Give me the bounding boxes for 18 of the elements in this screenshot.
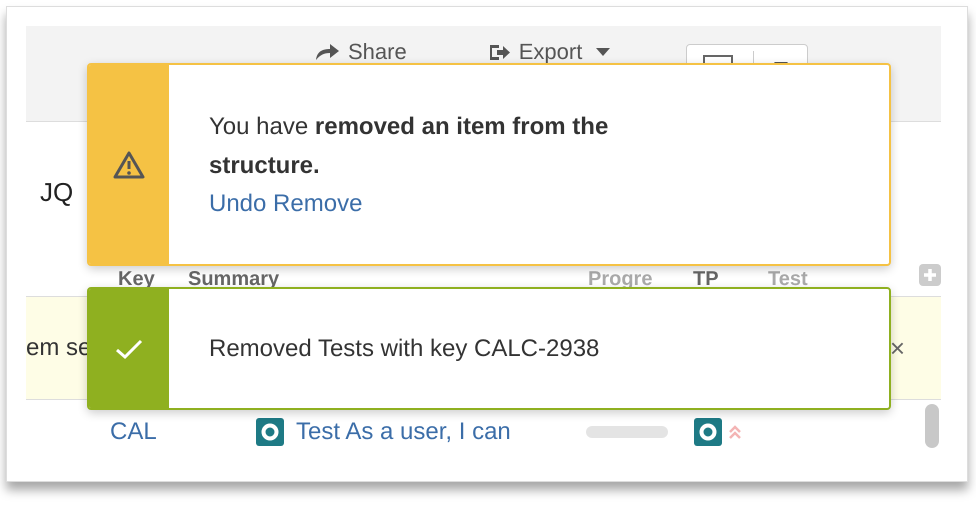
toast-message: Removed Tests with key CALC-2938 (209, 334, 600, 364)
export-button[interactable]: Export (486, 35, 610, 69)
column-header[interactable]: Summary (188, 268, 588, 290)
warning-icon (112, 150, 146, 180)
issue-key[interactable]: CAL (110, 418, 256, 446)
column-header[interactable]: TP (693, 268, 768, 290)
issue-summary[interactable]: Test As a user, I can (296, 418, 586, 446)
share-icon (314, 42, 340, 62)
scrollbar[interactable] (925, 404, 939, 448)
close-button[interactable]: × (890, 332, 905, 364)
add-column-icon[interactable] (919, 264, 941, 286)
page-title: JQ (40, 176, 74, 208)
toast-message: You have removed an item from the structure. (209, 112, 610, 180)
share-button[interactable]: Share (314, 35, 407, 69)
test-issue-icon (256, 418, 284, 446)
column-header[interactable]: Key (118, 268, 188, 290)
test-issue-icon (694, 418, 722, 446)
undo-link[interactable]: Undo Remove (209, 184, 362, 222)
